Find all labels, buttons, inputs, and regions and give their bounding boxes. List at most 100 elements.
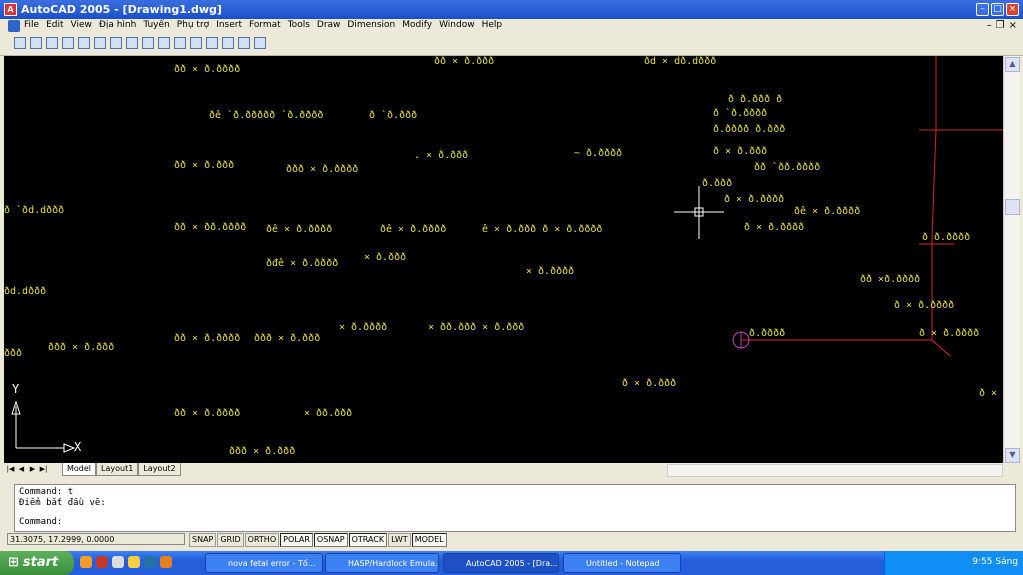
doc-restore-button[interactable]: ❐ [996, 20, 1005, 31]
maximize-button[interactable]: □ [991, 3, 1004, 16]
profile-tool-icon[interactable] [46, 37, 58, 49]
menu-list: File Edit View Địa hình Tuyến Phụ trợ Insert Fo… [24, 20, 502, 30]
road-tool-icon[interactable] [174, 37, 186, 49]
document-app-icon[interactable] [112, 556, 124, 568]
elevation-label: ð ð.ðððð [922, 232, 971, 243]
scroll-up-icon[interactable]: ▲ [1005, 57, 1020, 72]
elevation-label: ð ð.ððð ð [728, 94, 783, 105]
toggle-ortho[interactable]: ORTHO [244, 533, 280, 547]
command-prompt[interactable]: Command: [19, 517, 62, 527]
survey-tool-icon[interactable] [62, 37, 74, 49]
elevation-label: ð.ðððð ð.ððð [713, 124, 786, 135]
status-bar: 31.3075, 17.2999, 0.0000 SNAP GRID ORTHO PO… [0, 532, 1023, 547]
menu-item[interactable]: Insert [216, 20, 242, 30]
window-title: AutoCAD 2005 - [Drawing1.dwg] [21, 3, 222, 16]
menu-item[interactable]: File [24, 20, 39, 30]
station-tool-icon[interactable] [78, 37, 90, 49]
elevation-label: ððð [4, 348, 23, 359]
elevation-label: ð `ð.ððð [369, 110, 418, 121]
menu-item[interactable]: Phụ trợ [177, 20, 209, 30]
tab-layout1[interactable]: Layout1 [96, 463, 139, 476]
doc-minimize-button[interactable]: – [987, 20, 992, 31]
elevation-label: × ð.ððð [364, 252, 407, 263]
command-window[interactable]: Command: t Điểm bắt đầu vẽ: Command: [14, 484, 1016, 532]
window-tool-icon[interactable] [254, 37, 266, 49]
elevation-label: ðđê × ð.ðððð [266, 258, 339, 269]
tool-app-icon[interactable] [160, 556, 172, 568]
elevation-label: ð × ð.ðððð [724, 194, 785, 205]
taskbar-item[interactable]: AutoCAD 2005 - [Dra... [443, 553, 559, 573]
stack-tool-icon[interactable] [142, 37, 154, 49]
taskbar-item[interactable]: HASP/Hardlock Emula... [325, 553, 439, 573]
start-button[interactable]: ⊞ start [0, 551, 74, 575]
toggle-snap[interactable]: SNAP [189, 533, 217, 547]
title-bar: A AutoCAD 2005 - [Drawing1.dwg] – □ × [0, 0, 1023, 19]
next-tab-icon[interactable]: ▶ [28, 464, 37, 474]
vertical-scrollbar[interactable]: ▲ ▼ [1003, 56, 1020, 463]
menu-item[interactable]: View [71, 20, 92, 30]
taskbar-item[interactable]: Untitled - Notepad [563, 553, 681, 573]
menu-item[interactable]: Địa hình [99, 20, 136, 30]
grid2-tool-icon[interactable] [238, 37, 250, 49]
messenger-icon[interactable] [128, 556, 140, 568]
elevation-label: ðð ×ð.ðððð [860, 274, 921, 285]
doc-close-button[interactable]: × [1009, 20, 1017, 31]
menu-item[interactable]: Modify [402, 20, 432, 30]
tab-layout2[interactable]: Layout2 [138, 463, 181, 476]
scroll-thumb[interactable] [1005, 199, 1020, 215]
last-tab-icon[interactable]: ▶| [39, 464, 48, 474]
elevation-label: ð × ð.ðððð [894, 300, 955, 311]
grid-tool-icon[interactable] [30, 37, 42, 49]
layer-tool-icon[interactable] [126, 37, 138, 49]
boundary-line [931, 129, 937, 237]
toggle-polar[interactable]: POLAR [280, 533, 313, 547]
minimize-button[interactable]: – [976, 3, 989, 16]
menu-item[interactable]: Dimension [347, 20, 395, 30]
tab-model[interactable]: Model [62, 463, 97, 476]
first-tab-icon[interactable]: |◀ [6, 464, 15, 474]
drawing-canvas[interactable]: X Y ðð × ð.ðððð ðð × ð.ððð ðd × dð.dððð ðê … [4, 56, 1003, 463]
media-icon[interactable] [144, 556, 156, 568]
taskbar-item[interactable]: nova fetal error - Tố... [205, 553, 323, 573]
toggle-model[interactable]: MODEL [411, 533, 447, 547]
prev-tab-icon[interactable]: ◀ [17, 464, 26, 474]
horizontal-scrollbar[interactable] [667, 464, 1003, 477]
toggle-grid[interactable]: GRID [217, 533, 244, 547]
terrain-tool-icon[interactable] [158, 37, 170, 49]
document-icon[interactable] [8, 20, 20, 32]
firefox-icon[interactable] [80, 556, 92, 568]
layout-tabs-row: |◀ ◀ ▶ ▶| Model Layout1 Layout2 [4, 463, 1003, 477]
menu-item[interactable]: Tools [288, 20, 310, 30]
fill-tool-icon[interactable] [190, 37, 202, 49]
quick-launch [80, 556, 172, 568]
polyline-tool-icon[interactable] [14, 37, 26, 49]
menu-item[interactable]: Window [439, 20, 475, 30]
coordinate-readout: 31.3075, 17.2999, 0.0000 [7, 533, 185, 545]
close-button[interactable]: × [1006, 3, 1019, 16]
section-tool-icon[interactable] [110, 37, 122, 49]
zoom-tool-icon[interactable] [206, 37, 218, 49]
menu-bar: File Edit View Địa hình Tuyến Phụ trợ Insert Fo… [0, 19, 1023, 34]
menu-item[interactable]: Edit [46, 20, 63, 30]
menu-item[interactable]: Help [482, 20, 503, 30]
boundary-line [931, 339, 951, 357]
elevation-label: ð × ð.ðððð [919, 328, 980, 339]
menu-item[interactable]: Draw [317, 20, 341, 30]
toggle-osnap[interactable]: OSNAP [313, 533, 348, 547]
elevation-label: ðð × ð.ðððð [174, 64, 241, 75]
menu-item[interactable]: Tuyến [143, 20, 169, 30]
elevation-label: × ðð.ððð × ð.ððð [428, 322, 525, 333]
menu-item[interactable]: Format [249, 20, 281, 30]
toggle-otrack[interactable]: OTRACK [348, 533, 388, 547]
image-tool-icon[interactable] [222, 37, 234, 49]
table-tool-icon[interactable] [94, 37, 106, 49]
elevation-label: ð × ð.ððð [622, 378, 677, 389]
elevation-label: ððð × ð.ððð [48, 342, 115, 353]
autocad-icon[interactable]: A [4, 3, 17, 16]
scroll-down-icon[interactable]: ▼ [1005, 448, 1020, 463]
toolbar [0, 34, 1023, 56]
app-icon[interactable] [96, 556, 108, 568]
elevation-label: ðê × ð.ðððð [266, 224, 333, 235]
elevation-label: ðð `ðð.ðððð [754, 162, 821, 173]
toggle-lwt[interactable]: LWT [388, 533, 411, 547]
